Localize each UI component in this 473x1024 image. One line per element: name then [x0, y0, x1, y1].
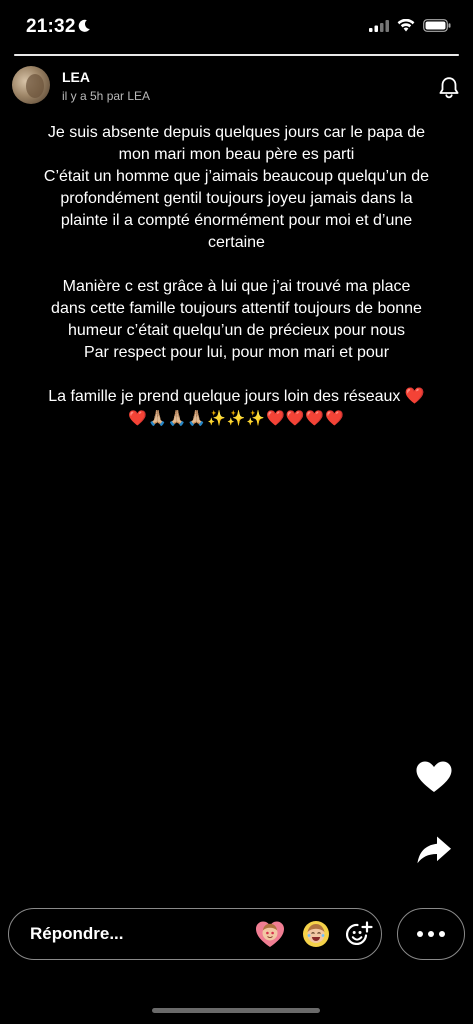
story-progress-bar	[14, 54, 459, 56]
more-dot	[417, 931, 423, 937]
text-line: humeur c’était quelqu’un de précieux pou…	[67, 322, 406, 339]
text-paragraph-3: La famille je prend quelque jours loin d…	[48, 388, 425, 405]
text-line: Par respect pour lui, pour mon mari et p…	[83, 344, 390, 361]
bell-icon[interactable]	[438, 76, 460, 105]
wifi-icon	[397, 18, 415, 37]
heart-eyes-bitmoji-icon[interactable]	[255, 919, 285, 949]
text-line: Je suis absente depuis quelques jours ca…	[47, 124, 426, 141]
status-time: 21:32	[26, 16, 76, 37]
emoji-line: ❤️🙏🏼🙏🏼🙏🏼✨✨✨❤️❤️❤️❤️	[128, 410, 345, 427]
battery-icon	[423, 19, 451, 37]
more-dot	[428, 931, 434, 937]
text-line: mon mari mon beau père es parti	[118, 146, 355, 163]
text-paragraph-1: Je suis absente depuis quelques jours ca…	[10, 122, 463, 254]
reply-input[interactable]: Répondre...	[8, 908, 382, 960]
story-header: LEA il y a 5h par LEA	[12, 66, 462, 110]
text-line: Manière c est grâce à lui que j’ai trouv…	[62, 278, 411, 295]
reply-placeholder: Répondre...	[30, 924, 124, 943]
text-line: C’était un homme que j’aimais beaucoup q…	[43, 168, 430, 185]
sticker-icon[interactable]	[345, 920, 373, 953]
text-paragraph-2: Manière c est grâce à lui que j’ai trouv…	[10, 276, 463, 364]
text-line: plainte il a compté énormément pour moi …	[60, 212, 413, 229]
story-progress-fill	[14, 54, 459, 56]
text-line: certaine	[208, 234, 265, 251]
signal-icon	[369, 19, 389, 37]
avatar[interactable]	[12, 66, 50, 104]
laughing-bitmoji-icon[interactable]	[301, 919, 331, 949]
story-meta: il y a 5h par LEA	[62, 89, 151, 103]
status-icons	[369, 18, 451, 37]
moon-icon	[77, 19, 91, 38]
author-name[interactable]: LEA	[62, 69, 90, 85]
status-bar: 21:32	[0, 0, 473, 56]
story-text: Je suis absente depuis quelques jours ca…	[10, 122, 463, 452]
more-dot	[439, 931, 445, 937]
heart-icon[interactable]	[415, 760, 453, 799]
share-arrow-icon[interactable]	[415, 834, 453, 871]
more-icon[interactable]	[397, 908, 465, 960]
home-indicator[interactable]	[152, 1008, 320, 1013]
text-line: profondément gentil toujours joyeu jamai…	[60, 190, 413, 207]
text-line: dans cette famille toujours attentif tou…	[51, 300, 422, 317]
